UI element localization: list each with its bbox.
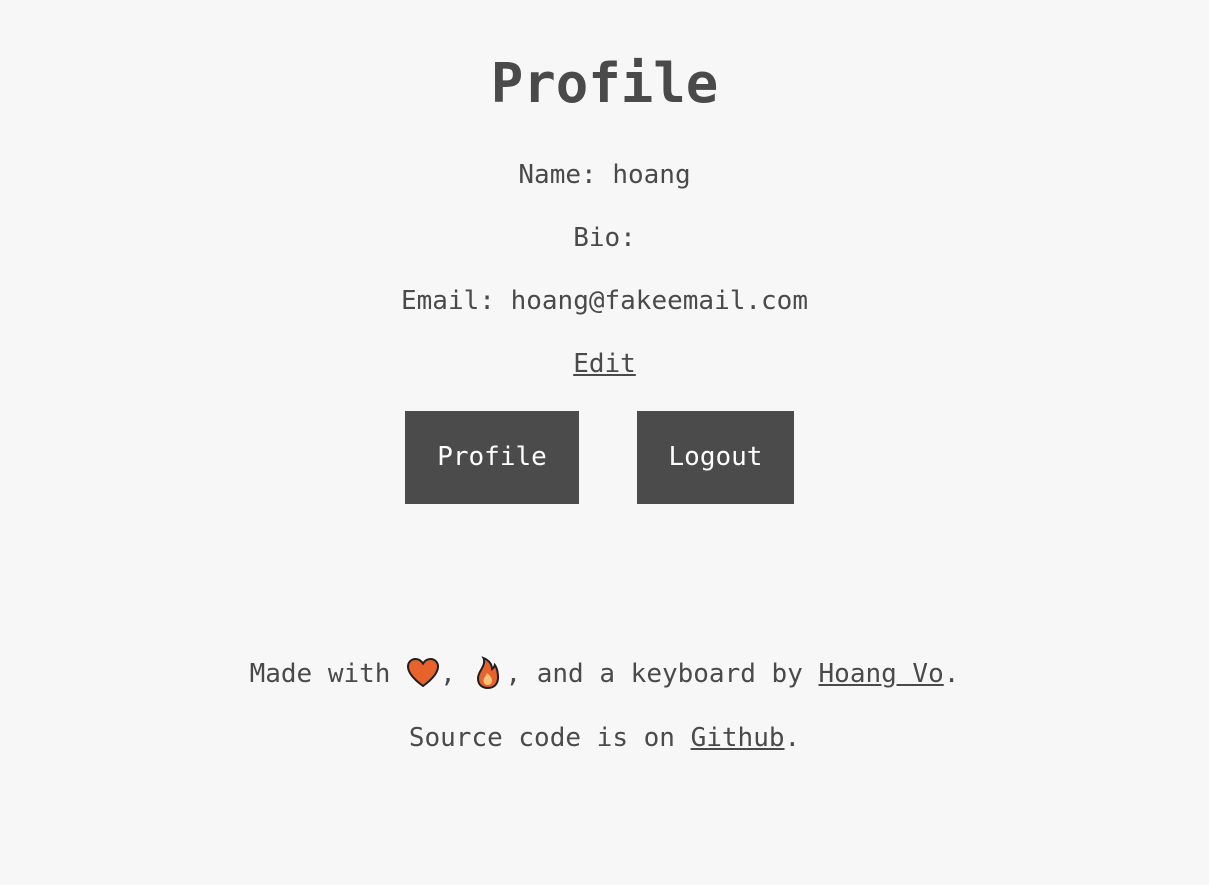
keyboard-text: , and a keyboard by (505, 659, 803, 689)
email-value: hoang@fakeemail.com (510, 286, 808, 316)
footer-source: Source code is on Github. (0, 720, 1209, 756)
comma-text: , (440, 659, 456, 689)
logout-button[interactable]: Logout (637, 411, 794, 504)
heart-icon (406, 656, 440, 690)
fire-icon (471, 656, 505, 690)
author-link[interactable]: Hoang Vo (819, 659, 944, 689)
footer-credits: Made with , , and a keyboard by Hoang Vo… (0, 656, 1209, 692)
email-row: Email: hoang@fakeemail.com (0, 284, 1209, 318)
email-label: Email: (401, 286, 495, 316)
period-text: . (943, 659, 960, 689)
edit-row: Edit (0, 347, 1209, 381)
github-link[interactable]: Github (691, 723, 785, 753)
source-text: Source code is on (408, 723, 675, 753)
edit-link[interactable]: Edit (573, 349, 636, 379)
profile-page: Profile Name: hoang Bio: Email: hoang@fa… (0, 0, 1209, 885)
name-value: hoang (612, 160, 691, 190)
profile-button[interactable]: Profile (405, 411, 579, 504)
period-text-2: . (784, 723, 801, 753)
name-row: Name: hoang (0, 158, 1209, 192)
bio-label: Bio: (573, 223, 636, 253)
bio-row: Bio: (0, 221, 1209, 255)
page-title: Profile (490, 52, 719, 115)
name-label: Name: (518, 160, 597, 190)
made-with-text: Made with (249, 659, 391, 689)
